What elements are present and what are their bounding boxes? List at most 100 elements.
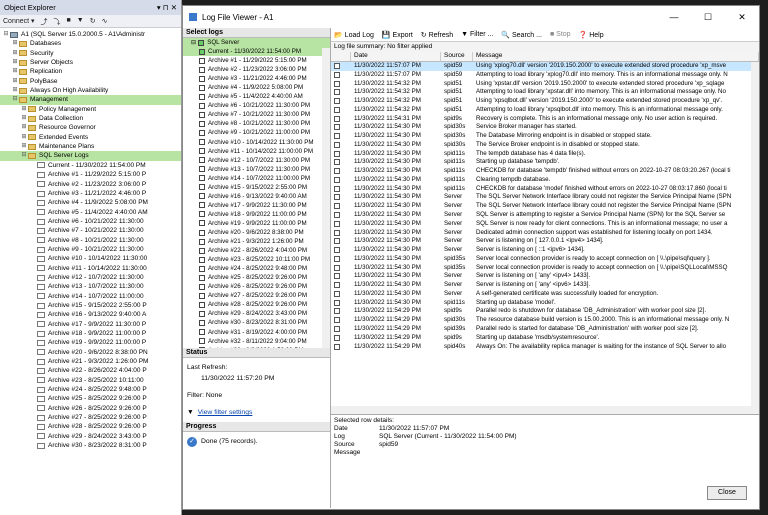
log-checkbox[interactable] [199,238,205,245]
close-window-button[interactable]: ✕ [725,12,759,23]
tree-node[interactable]: ⊞ Always On High Availability [0,86,181,95]
log-checkbox[interactable] [199,247,205,254]
log-item[interactable]: Archive #23 - 8/25/2022 10:11:00 PM [183,255,330,264]
log-item[interactable]: Archive #26 - 8/25/2022 9:26:00 PM [183,282,330,291]
log-item[interactable]: Archive #30 - 8/23/2022 8:31:00 PM [183,318,330,327]
help-button[interactable]: ❓ Help [579,31,604,39]
table-row[interactable]: 11/30/2022 11:54:30 PM Server SQL Server i… [331,211,759,220]
tree-node[interactable]: Archive #29 - 8/24/2022 3:43:00 P [0,432,181,441]
tree-node[interactable]: Archive #6 - 10/21/2022 11:30:00 [0,217,181,226]
log-item[interactable]: Archive #7 - 10/21/2022 11:30:00 PM [183,110,330,119]
tree-node[interactable]: Archive #14 - 10/7/2022 11:00:00 [0,292,181,301]
log-item[interactable]: Archive #10 - 10/14/2022 11:30:00 PM [183,138,330,147]
collapse-icon[interactable]: ⊟ [191,38,196,47]
tree-node[interactable]: Archive #18 - 9/9/2022 11:00:00 P [0,329,181,338]
table-row[interactable]: 11/30/2022 11:54:30 PM Server The SQL Serv… [331,202,759,211]
expand-icon[interactable]: ⊟ [11,95,19,104]
tree-node[interactable]: Archive #4 - 11/9/2022 5:08:00 PM [0,198,181,207]
expand-icon[interactable]: ⊞ [20,105,28,114]
tree-node[interactable]: Archive #30 - 8/23/2022 8:31:00 P [0,441,181,450]
log-checkbox[interactable] [199,211,205,218]
log-item[interactable]: Archive #17 - 9/9/2022 11:30:00 PM [183,201,330,210]
maximize-button[interactable]: ☐ [691,12,725,23]
log-root-checkbox[interactable] [198,39,205,46]
log-checkbox[interactable] [199,220,205,227]
tree-node[interactable]: Archive #9 - 10/21/2022 11:30:00 [0,245,181,254]
log-checkbox[interactable] [199,120,205,127]
log-checkbox[interactable] [199,319,205,326]
minimize-button[interactable]: — [657,12,691,23]
expand-icon[interactable]: ⊞ [11,86,19,95]
log-checkbox[interactable] [199,111,205,118]
tree-node[interactable]: Archive #22 - 8/26/2022 4:04:00 P [0,366,181,375]
log-item[interactable]: Archive #22 - 8/26/2022 4:04:00 PM [183,246,330,255]
table-row[interactable]: 11/30/2022 11:54:29 PM spid40s Always On: … [331,343,759,352]
log-checkbox[interactable] [199,175,205,182]
tree-node[interactable]: ⊞ Security [0,49,181,58]
close-button[interactable]: Close [707,486,747,500]
tree-node[interactable]: ⊞ Maintenance Plans [0,142,181,151]
log-checkbox[interactable] [199,229,205,236]
table-row[interactable]: 11/30/2022 11:54:30 PM spid11s Clearing te… [331,176,759,185]
table-row[interactable]: 11/30/2022 11:54:30 PM Server Server is li… [331,246,759,255]
tree-node[interactable]: ⊟ Management [0,95,181,105]
log-checkbox[interactable] [199,301,205,308]
table-row[interactable]: 11/30/2022 11:54:30 PM Server Server is li… [331,237,759,246]
expand-icon[interactable]: ⊟ [2,30,10,39]
tree-node[interactable]: Archive #2 - 11/23/2022 3:06:00 P [0,180,181,189]
tree-node[interactable]: Current - 11/30/2022 11:54:00 PM [0,161,181,170]
tree-node[interactable]: Archive #28 - 8/25/2022 9:26:00 P [0,422,181,431]
toolbar-icon-6[interactable]: ∿ [102,17,108,25]
expand-icon[interactable]: ⊞ [11,67,19,76]
table-row[interactable]: 11/30/2022 11:54:29 PM spid9s Parallel red… [331,307,759,316]
log-checkbox[interactable] [199,310,205,317]
table-row[interactable]: 11/30/2022 11:57:07 PM spid59 Attempting t… [331,71,759,80]
export-button[interactable]: 💾 Export [382,31,413,39]
log-checkbox[interactable] [199,184,205,191]
log-item[interactable]: Archive #32 - 8/11/2022 9:04:00 PM [183,337,330,346]
table-row[interactable]: 11/30/2022 11:54:30 PM spid30s The Databas… [331,132,759,141]
tree-node[interactable]: ⊞ Replication [0,67,181,76]
expand-icon[interactable]: ⊞ [11,58,19,67]
load-log-button[interactable]: 📂 Load Log [334,31,374,39]
log-item[interactable]: Archive #33 - 8/9/2022 1:59:00 PM [183,346,330,348]
log-item[interactable]: Archive #5 - 11/4/2022 4:40:00 AM [183,92,330,101]
log-checkbox[interactable] [199,292,205,299]
expand-icon[interactable]: ⊟ [20,151,28,160]
table-row[interactable]: 11/30/2022 11:54:32 PM spid51 Using 'xpsta… [331,80,759,89]
log-item[interactable]: Archive #31 - 8/19/2022 4:00:00 PM [183,328,330,337]
log-checkbox[interactable] [199,265,205,272]
tree-node[interactable]: ⊞ Policy Management [0,105,181,114]
tree-node[interactable]: Archive #3 - 11/21/2022 4:46:00 P [0,189,181,198]
tree-node[interactable]: ⊞ Data Collection [0,114,181,123]
search-button[interactable]: 🔍 Search ... [501,31,542,39]
table-row[interactable]: 11/30/2022 11:54:29 PM spid9s Starting up … [331,334,759,343]
refresh-button[interactable]: ↻ Refresh [421,31,453,39]
log-checkbox[interactable] [199,329,205,336]
table-row[interactable]: 11/30/2022 11:54:31 PM spid9s Recovery is … [331,115,759,124]
tree-node[interactable]: Archive #15 - 9/15/2022 2:55:00 P [0,301,181,310]
log-checkbox[interactable] [199,338,205,345]
log-item[interactable]: Archive #29 - 8/24/2022 3:43:00 PM [183,309,330,318]
tree-node[interactable]: ⊞ PolyBase [0,77,181,86]
pin-icon[interactable]: ▾ ⊓ ✕ [157,3,177,12]
filter-button[interactable]: ▼ Filter ... [461,31,493,38]
log-checkbox[interactable] [199,48,205,55]
toolbar-icon-3[interactable]: ■ [67,17,71,25]
table-row[interactable]: 11/30/2022 11:54:32 PM spid51 Attempting t… [331,88,759,97]
log-item[interactable]: Archive #27 - 8/25/2022 9:26:00 PM [183,291,330,300]
tree-node[interactable]: Archive #10 - 10/14/2022 11:30:00 [0,254,181,263]
tree-node[interactable]: Archive #27 - 8/25/2022 9:26:00 P [0,413,181,422]
log-checkbox[interactable] [199,166,205,173]
log-checkbox[interactable] [199,202,205,209]
tree-node[interactable]: Archive #16 - 9/13/2022 9:40:00 A [0,310,181,319]
log-item[interactable]: Archive #14 - 10/7/2022 11:00:00 PM [183,174,330,183]
log-item[interactable]: Archive #13 - 10/7/2022 11:30:00 PM [183,165,330,174]
expand-icon[interactable]: ⊞ [11,49,19,58]
table-row[interactable]: 11/30/2022 11:57:07 PM spid59 Using 'xplog… [331,62,759,71]
tree-node[interactable]: Archive #11 - 10/14/2022 11:30:00 [0,264,181,273]
toolbar-icon-1[interactable]: ⤴ [41,17,48,26]
tree-node[interactable]: Archive #21 - 9/3/2022 1:26:00 PM [0,357,181,366]
log-item[interactable]: Archive #11 - 10/14/2022 11:00:00 PM [183,147,330,156]
log-checkbox[interactable] [199,157,205,164]
